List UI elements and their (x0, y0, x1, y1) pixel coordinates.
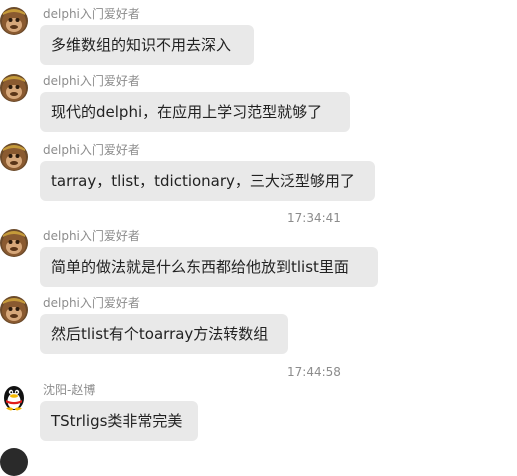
sender-name[interactable]: delphi入门爱好者 (43, 7, 140, 21)
message-bubble[interactable]: 然后tlist有个toarray方法转数组 (40, 314, 288, 354)
message-bubble[interactable]: 现代的delphi，在应用上学习范型就够了 (40, 92, 350, 132)
monkey-avatar[interactable] (0, 143, 28, 171)
monkey-avatar[interactable] (0, 296, 28, 324)
monkey-avatar[interactable] (0, 74, 28, 102)
sender-name[interactable]: 沈阳-赵博 (43, 383, 95, 397)
sender-name[interactable]: delphi入门爱好者 (43, 143, 140, 157)
message-bubble[interactable]: TStrligs类非常完美 (40, 401, 198, 441)
sender-name[interactable]: delphi入门爱好者 (43, 296, 140, 310)
penguin-avatar[interactable] (0, 383, 28, 411)
message-bubble[interactable]: 简单的做法就是什么东西都给他放到tlist里面 (40, 247, 378, 287)
sender-name[interactable]: delphi入门爱好者 (43, 74, 140, 88)
monkey-avatar[interactable] (0, 229, 28, 257)
message-bubble[interactable]: tarray，tlist，tdictionary，三大泛型够用了 (40, 161, 375, 201)
monkey-avatar[interactable] (0, 7, 28, 35)
chat-message-list[interactable]: delphi入门爱好者 多维数组的知识不用去深入 delphi入门爱好者 现代的… (0, 0, 517, 476)
message-bubble[interactable]: 多维数组的知识不用去深入 (40, 25, 254, 65)
timestamp: 17:34:41 (287, 211, 341, 225)
avatar[interactable] (0, 448, 28, 476)
timestamp: 17:44:58 (287, 365, 341, 379)
sender-name[interactable]: delphi入门爱好者 (43, 229, 140, 243)
